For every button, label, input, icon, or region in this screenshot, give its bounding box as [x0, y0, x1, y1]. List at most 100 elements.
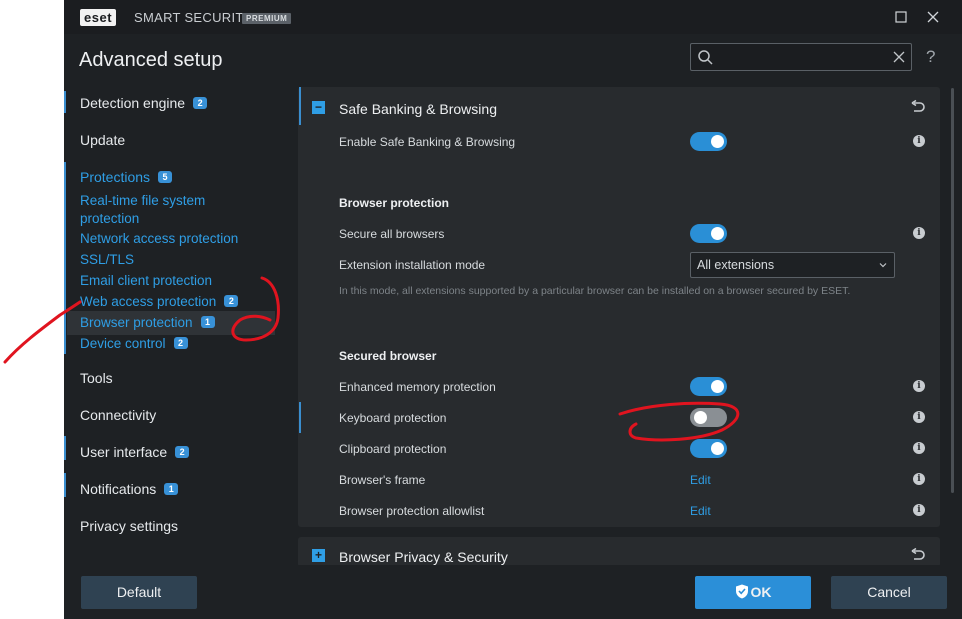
info-icon[interactable]: i	[913, 504, 925, 516]
count-badge: 2	[193, 97, 208, 109]
select-value: All extensions	[697, 258, 775, 272]
info-icon[interactable]: i	[913, 135, 925, 147]
toggle-knob	[711, 442, 724, 455]
sidebar-item-label: Detection engine	[80, 95, 186, 111]
extension-mode-select[interactable]: All extensions	[690, 252, 895, 278]
sidebar-item-tools[interactable]: Tools	[80, 370, 113, 386]
enhanced-memory-label: Enhanced memory protection	[339, 380, 496, 394]
extension-mode-hint: In this mode, all extensions supported b…	[339, 285, 851, 297]
sidebar-item-label: User interface	[80, 444, 168, 460]
info-icon[interactable]: i	[913, 473, 925, 485]
secure-all-browsers-label: Secure all browsers	[339, 227, 445, 241]
search-icon	[698, 50, 713, 65]
sidebar-item-label: Device control	[80, 336, 166, 351]
chevron-down-icon	[878, 253, 888, 280]
sidebar-item-detection-engine[interactable]: Detection engine 2	[80, 95, 208, 111]
enable-safe-banking-toggle[interactable]	[690, 132, 727, 151]
help-icon[interactable]: ?	[926, 47, 935, 67]
secure-all-browsers-toggle[interactable]	[690, 224, 727, 243]
info-icon[interactable]: i	[913, 380, 925, 392]
count-badge: 1	[164, 483, 179, 495]
sidebar-item-protections[interactable]: Protections 5	[80, 169, 173, 185]
allowlist-edit-link[interactable]: Edit	[690, 504, 711, 518]
row-indicator	[299, 402, 301, 433]
advanced-setup-window: eset SMART SECURITY PREMIUM Advanced set…	[64, 0, 962, 619]
sidebar-group-indicator	[64, 473, 66, 497]
sidebar-item-realtime-protection[interactable]: Real-time file system protection	[80, 192, 240, 228]
count-badge: 2	[224, 295, 239, 307]
info-icon[interactable]: i	[913, 442, 925, 454]
sidebar-item-notifications[interactable]: Notifications 1	[80, 481, 179, 497]
sidebar-item-device-control[interactable]: Device control 2	[80, 335, 188, 353]
toggle-knob	[711, 135, 724, 148]
sidebar-group-indicator	[64, 436, 66, 460]
ok-label: OK	[750, 584, 772, 600]
browsers-frame-edit-link[interactable]: Edit	[690, 473, 711, 487]
sidebar-item-web-access[interactable]: Web access protection 2	[80, 293, 239, 311]
sidebar-item-label: Privacy settings	[80, 518, 179, 534]
sidebar-item-label: Protections	[80, 169, 151, 185]
count-badge: 2	[173, 337, 188, 349]
clipboard-protection-toggle[interactable]	[690, 439, 727, 458]
cancel-button[interactable]: Cancel	[831, 576, 947, 609]
sidebar-item-email-client[interactable]: Email client protection	[80, 272, 212, 290]
sidebar-item-connectivity[interactable]: Connectivity	[80, 407, 156, 423]
allowlist-label: Browser protection allowlist	[339, 504, 485, 518]
clear-search-icon[interactable]	[893, 48, 905, 68]
keyboard-protection-label: Keyboard protection	[339, 411, 447, 425]
safe-banking-section	[298, 87, 940, 527]
shield-icon	[735, 584, 748, 599]
sidebar: Detection engine 2 Update Protections 5 Re…	[64, 84, 286, 564]
search-input[interactable]	[690, 43, 912, 71]
close-icon[interactable]	[924, 8, 942, 26]
footer	[64, 565, 962, 619]
count-badge: 2	[175, 446, 190, 458]
sidebar-item-label: Email client protection	[80, 273, 213, 288]
info-icon[interactable]: i	[913, 227, 925, 239]
toggle-knob	[711, 380, 724, 393]
sidebar-group-indicator	[64, 91, 66, 113]
section-title: Browser Privacy & Security	[339, 549, 508, 565]
expand-section-icon[interactable]: +	[312, 549, 325, 562]
enhanced-memory-toggle[interactable]	[690, 377, 727, 396]
revert-icon[interactable]	[910, 99, 926, 115]
sidebar-item-label: Web access protection	[80, 294, 217, 309]
maximize-icon[interactable]	[892, 8, 910, 26]
browser-protection-heading: Browser protection	[339, 196, 450, 210]
sidebar-item-label: SSL/TLS	[80, 252, 135, 267]
section-title: Safe Banking & Browsing	[339, 101, 497, 117]
eset-logo: eset	[80, 9, 117, 26]
sidebar-item-network-access[interactable]: Network access protection	[80, 230, 238, 248]
sidebar-item-label: Real-time file system protection	[80, 193, 206, 226]
sidebar-item-label: Connectivity	[80, 407, 157, 423]
secured-browser-heading: Secured browser	[339, 349, 437, 363]
sidebar-item-privacy-settings[interactable]: Privacy settings	[80, 518, 178, 534]
keyboard-protection-toggle[interactable]	[690, 408, 727, 427]
extension-mode-label: Extension installation mode	[339, 258, 486, 272]
count-badge: 1	[200, 316, 215, 328]
sidebar-item-label: Browser protection	[80, 315, 193, 330]
sidebar-item-update[interactable]: Update	[80, 132, 125, 148]
sidebar-item-label: Tools	[80, 370, 113, 386]
sidebar-item-ssl-tls[interactable]: SSL/TLS	[80, 251, 134, 269]
browsers-frame-label: Browser's frame	[339, 473, 426, 487]
ok-button[interactable]: OK	[695, 576, 811, 609]
section-indicator	[299, 87, 301, 125]
app-name: SMART SECURITY	[134, 10, 253, 25]
count-badge: 5	[158, 171, 173, 183]
sidebar-item-user-interface[interactable]: User interface 2	[80, 444, 190, 460]
sidebar-group-indicator	[64, 162, 66, 354]
default-button[interactable]: Default	[81, 576, 197, 609]
page-title: Advanced setup	[79, 49, 223, 71]
toggle-knob	[694, 411, 707, 424]
scrollbar-thumb[interactable]	[951, 88, 954, 493]
toggle-knob	[711, 227, 724, 240]
clipboard-protection-label: Clipboard protection	[339, 442, 447, 456]
enable-safe-banking-label: Enable Safe Banking & Browsing	[339, 135, 516, 149]
info-icon[interactable]: i	[913, 411, 925, 423]
sidebar-item-browser-protection[interactable]: Browser protection 1	[80, 314, 215, 332]
edition-badge: PREMIUM	[242, 13, 292, 24]
revert-icon[interactable]	[910, 547, 926, 563]
sidebar-item-label: Update	[80, 132, 126, 148]
collapse-section-icon[interactable]: −	[312, 101, 325, 114]
